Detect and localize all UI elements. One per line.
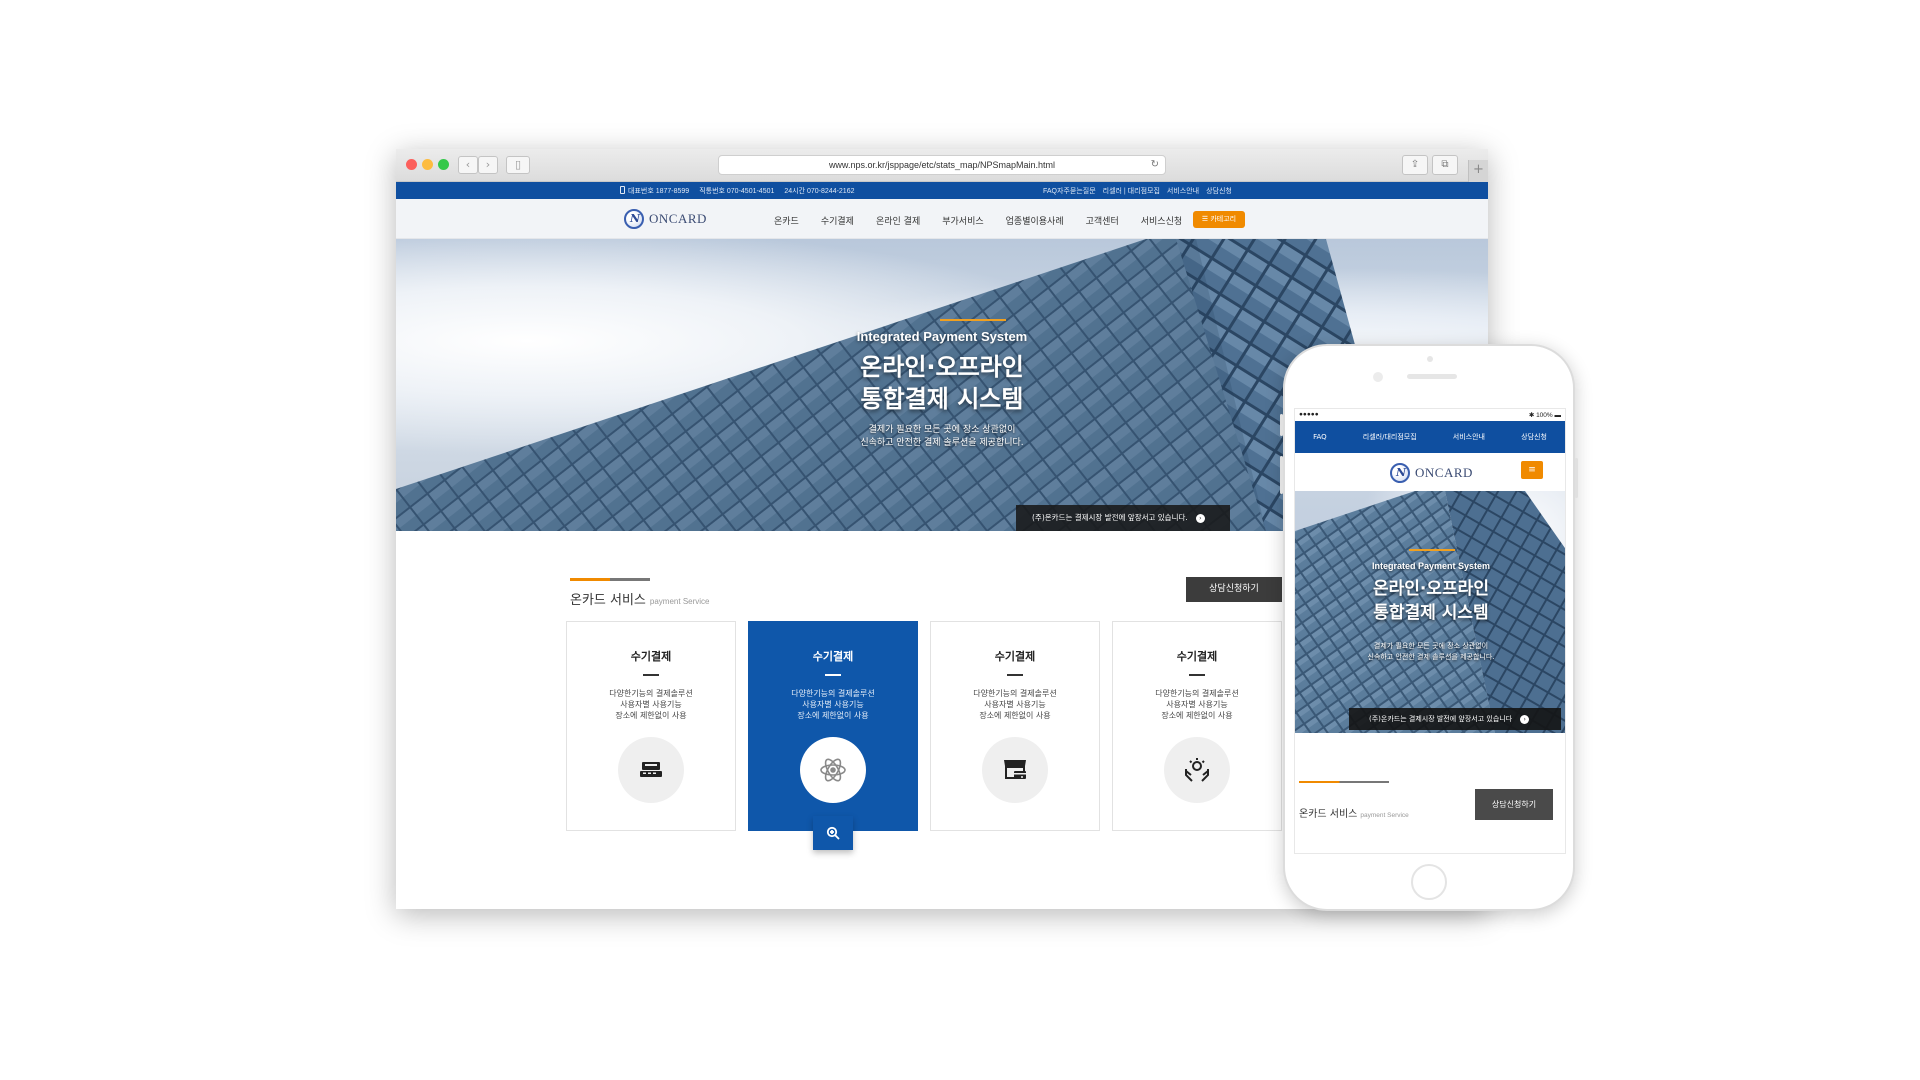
category-button[interactable]: ☰ 카테고리 [1193,211,1245,228]
mobile-hero-banner: Integrated Payment System 온라인·오프라인 통합결제 … [1295,491,1565,733]
battery-icon: ✱ 100% ▬ [1528,412,1561,419]
hero-accent-line [1409,549,1455,551]
mobile-nav-service-info[interactable]: 서비스안내 [1453,432,1485,442]
service-card[interactable]: 수기결제 다양한기능의 결제솔루션 사용자별 사용기능 장소에 제한없이 사용 [1112,621,1282,831]
front-camera [1373,372,1383,382]
zoom-in-icon [826,826,840,840]
menu-item-oncard[interactable]: 온카드 [774,214,799,227]
phone-screen: ●●●●● ✱ 100% ▬ FAQ 리셀러/대리점모집 서비스안내 상담신청 … [1294,408,1566,854]
consult-button[interactable]: 상담신청하기 [1186,577,1282,602]
share-icon[interactable]: ⇪ [1402,155,1428,175]
mobile-hero-note-link[interactable]: (주)온카드는 결제시장 발전에 앞장서고 있습니다 › [1349,708,1561,730]
site-header: ONCARD 온카드 수기결제 온라인 결제 부가서비스 업종별이용사례 고객센… [396,199,1488,239]
mobile-consult-button[interactable]: 상담신청하기 [1475,789,1553,820]
hero-subtitle: Integrated Payment System [856,329,1028,344]
section-title: 온카드 서비스 payment Service [570,593,710,608]
url-text: www.nps.or.kr/jsppage/etc/stats_map/NPSm… [828,160,1056,170]
mobile-top-nav: FAQ 리셀러/대리점모집 서비스안내 상담신청 [1295,421,1565,453]
card-terminal-icon [618,737,684,803]
mobile-hero-subtitle: Integrated Payment System [1371,561,1491,571]
logo-mark-icon [1390,463,1410,483]
divider [1007,674,1023,676]
topbar-link-reseller[interactable]: 리셀러 | 대리점모집 [1103,186,1160,196]
maximize-window-button[interactable] [438,159,449,170]
status-bar: ●●●●● ✱ 100% ▬ [1295,409,1565,421]
menu-item-service-apply[interactable]: 서비스신청 [1141,214,1182,227]
main-menu: 온카드 수기결제 온라인 결제 부가서비스 업종별이용사례 고객센터 서비스신청 [774,214,1204,227]
volume-up-button [1280,456,1283,494]
menu-item-addon-services[interactable]: 부가서비스 [942,214,983,227]
mobile-section-title: 온카드 서비스 payment Service [1299,809,1409,820]
menu-item-online-payment[interactable]: 온라인 결제 [876,214,920,227]
store-card-icon [982,737,1048,803]
mobile-logo[interactable]: ONCARD [1390,463,1473,483]
hands-bulb-icon [1164,737,1230,803]
service-cards: 수기결제 다양한기능의 결제솔루션 사용자별 사용기능 장소에 제한없이 사용 수기… [566,621,1282,850]
site-logo[interactable]: ONCARD [624,209,707,229]
earpiece [1407,374,1457,379]
minimize-window-button[interactable] [422,159,433,170]
home-button[interactable] [1411,864,1447,900]
topbar-link-service-info[interactable]: 서비스안내 [1167,186,1199,196]
divider [643,674,659,676]
tabs-overview-icon[interactable]: ⧉ [1432,155,1458,175]
hero-note-link[interactable]: (주)온카드는 결제시장 발전에 앞장서고 있습니다. › [1016,505,1230,531]
hamburger-menu-icon[interactable]: ≡ [1521,461,1543,479]
power-button [1575,458,1578,498]
mobile-nav-faq[interactable]: FAQ [1313,433,1327,441]
mute-switch [1280,414,1283,436]
hours-phone: 24시간 070-8244-2162 [784,188,855,195]
sidebar-icon[interactable]: ▯ [506,156,530,174]
section-accent-line [570,578,650,581]
utility-bar: 대표번호 1877-8599 직통번호 070-4501-4501 24시간 0… [396,182,1488,199]
phone-mockup: ●●●●● ✱ 100% ▬ FAQ 리셀러/대리점모집 서비스안내 상담신청 … [1280,344,1578,911]
arrow-right-icon: › [1520,714,1530,724]
menu-item-manual-payment[interactable]: 수기결제 [821,214,854,227]
service-card-active[interactable]: 수기결제 다양한기능의 결제솔루션 사용자별 사용기능 장소에 제한없이 사용 [748,621,918,850]
topbar-link-consult[interactable]: 상담신청 [1206,186,1232,196]
topbar-link-faq[interactable]: FAQ자주묻는질문 [1043,186,1096,196]
close-window-button[interactable] [406,159,417,170]
mobile-nav-reseller[interactable]: 리셀러/대리점모집 [1363,432,1417,442]
mobile-hero-description: 결제가 필요한 모든 곳에 장소 상관없이 신속하고 안전한 결제 솔루션을 제… [1367,642,1495,661]
direct-phone: 직통번호 070-4501-4501 [699,188,775,195]
browser-toolbar: ‹ › ▯ www.nps.or.kr/jsppage/etc/stats_ma… [396,149,1488,182]
phone-info: 대표번호 1877-8599 [620,186,689,196]
divider [1189,674,1205,676]
logo-mark-icon [624,209,644,229]
service-card[interactable]: 수기결제 다양한기능의 결제솔루션 사용자별 사용기능 장소에 제한없이 사용 [566,621,736,831]
service-card[interactable]: 수기결제 다양한기능의 결제솔루션 사용자별 사용기능 장소에 제한없이 사용 [930,621,1100,831]
back-icon[interactable]: ‹ [458,156,478,174]
forward-icon[interactable]: › [478,156,498,174]
phone-icon [620,186,625,194]
reload-icon[interactable]: ↻ [1151,156,1159,174]
menu-item-use-cases[interactable]: 업종별이용사례 [1006,214,1064,227]
atom-icon [800,737,866,803]
zoom-button[interactable] [813,816,853,850]
divider [825,674,841,676]
mobile-header: ONCARD ≡ [1295,453,1565,491]
signal-icon: ●●●●● [1299,411,1319,418]
arrow-right-icon: › [1195,513,1205,523]
address-bar[interactable]: www.nps.or.kr/jsppage/etc/stats_map/NPSm… [718,155,1166,175]
hero-accent-line [940,319,1006,321]
mobile-hero-title: 온라인·오프라인 통합결제 시스템 [1373,579,1489,623]
new-tab-button[interactable]: + [1468,160,1488,182]
section-accent-line [1299,781,1389,783]
menu-item-customer-center[interactable]: 고객센터 [1086,214,1119,227]
mobile-nav-consult[interactable]: 상담신청 [1521,432,1547,442]
